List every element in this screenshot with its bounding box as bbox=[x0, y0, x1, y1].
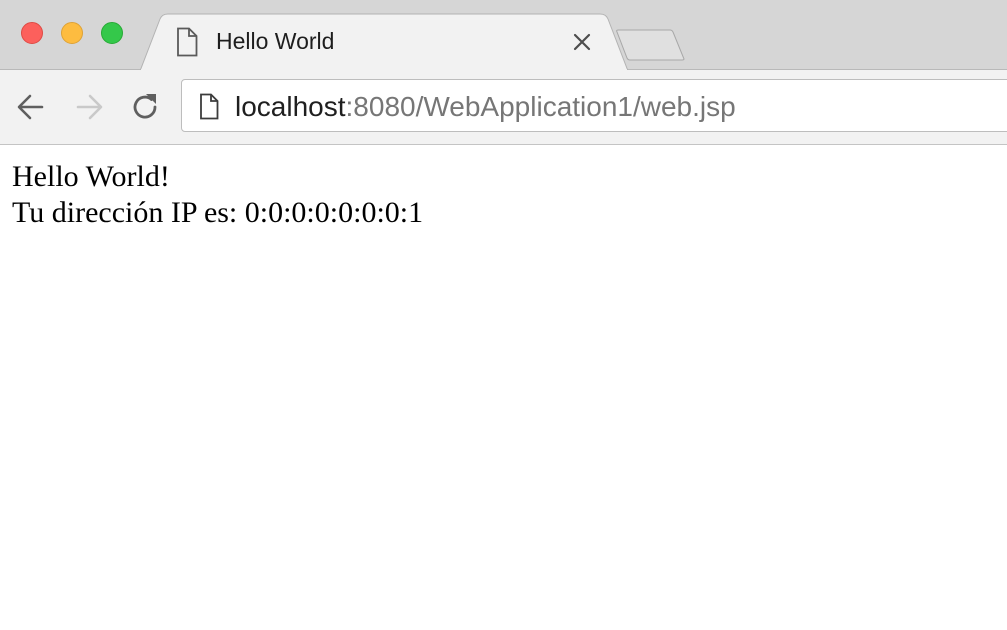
active-tab[interactable]: Hello World bbox=[140, 13, 628, 71]
url-path: :8080/WebApplication1/web.jsp bbox=[345, 91, 736, 122]
new-tab-button[interactable] bbox=[614, 28, 686, 62]
ip-address-text: Tu dirección IP es: 0:0:0:0:0:0:0:1 bbox=[12, 196, 424, 229]
page-icon bbox=[200, 93, 219, 120]
tab-shape bbox=[140, 13, 628, 71]
tab-title: Hello World bbox=[216, 28, 335, 54]
page-content: Hello World! Tu dirección IP es: 0:0:0:0… bbox=[0, 145, 1007, 630]
window-close-button[interactable] bbox=[21, 22, 43, 44]
browser-window: Hello World localhost:8080/WebApplicatio… bbox=[0, 0, 1007, 630]
url-host: localhost bbox=[235, 91, 346, 122]
window-maximize-button[interactable] bbox=[101, 22, 123, 44]
page-icon bbox=[177, 27, 198, 57]
forward-arrow-icon[interactable] bbox=[72, 90, 106, 124]
browser-toolbar: localhost:8080/WebApplication1/web.jsp bbox=[0, 70, 1007, 145]
reload-icon[interactable] bbox=[128, 90, 162, 124]
close-icon[interactable] bbox=[570, 30, 594, 54]
window-minimize-button[interactable] bbox=[61, 22, 83, 44]
tab-strip: Hello World bbox=[0, 0, 1007, 71]
address-bar[interactable]: localhost:8080/WebApplication1/web.jsp bbox=[181, 79, 1007, 132]
greeting-text: Hello World! bbox=[12, 160, 170, 193]
back-arrow-icon[interactable] bbox=[14, 90, 48, 124]
url-text[interactable]: localhost:8080/WebApplication1/web.jsp bbox=[235, 91, 736, 123]
